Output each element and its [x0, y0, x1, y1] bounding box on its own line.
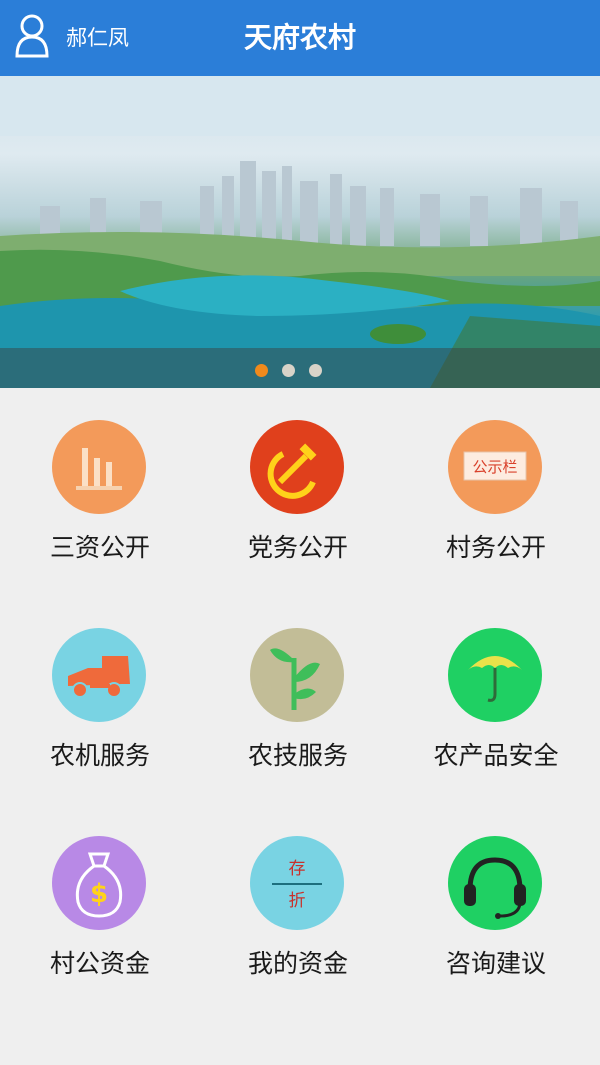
- banner-carousel[interactable]: [0, 76, 600, 388]
- passbook-icon: 存 折: [250, 836, 344, 930]
- banner-indicator-bar: [0, 348, 600, 388]
- menu-item-farm-machinery[interactable]: 农机服务: [0, 628, 200, 818]
- menu-label: 党务公开: [247, 533, 348, 562]
- bar-chart-icon: [52, 420, 146, 514]
- carousel-dot-1[interactable]: [255, 364, 268, 377]
- svg-text:折: 折: [289, 891, 306, 911]
- umbrella-icon: [448, 628, 542, 722]
- bulletin-board-icon: 公示栏: [448, 420, 542, 514]
- headset-icon: [448, 836, 542, 930]
- menu-label: 村务公开: [445, 533, 546, 562]
- page-title: 天府农村: [243, 21, 356, 54]
- menu-item-village-funds[interactable]: $ 村公资金: [0, 836, 200, 1026]
- menu-item-agri-tech[interactable]: 农技服务: [198, 628, 398, 818]
- menu-item-produce-safety[interactable]: 农产品安全: [396, 628, 596, 818]
- money-bag-icon: $: [52, 836, 146, 930]
- carousel-dot-3[interactable]: [309, 364, 322, 377]
- carousel-dot-2[interactable]: [282, 364, 295, 377]
- menu-item-asset-disclosure[interactable]: 三资公开: [0, 420, 200, 610]
- menu-label: 村公资金: [49, 949, 150, 978]
- menu-item-party-affairs[interactable]: 党务公开: [198, 420, 398, 610]
- menu-label: 农产品安全: [433, 741, 559, 770]
- seedling-icon: [250, 628, 344, 722]
- menu-item-consult-advice[interactable]: 咨询建议: [396, 836, 596, 1026]
- menu-label: 我的资金: [247, 949, 348, 978]
- menu-item-my-funds[interactable]: 存 折 我的资金: [198, 836, 398, 1026]
- hammer-sickle-icon: [250, 420, 344, 514]
- banner-image: [0, 76, 600, 388]
- app-header: 郝仁凤 天府农村: [0, 0, 600, 76]
- menu-label: 咨询建议: [445, 949, 546, 978]
- menu-label: 农技服务: [247, 741, 348, 770]
- svg-text:$: $: [90, 879, 108, 909]
- svg-text:存: 存: [289, 859, 306, 879]
- menu-label: 农机服务: [49, 741, 150, 770]
- svg-text:公示栏: 公示栏: [472, 458, 517, 476]
- tractor-icon: [52, 628, 146, 722]
- menu-label: 三资公开: [49, 533, 150, 562]
- menu-item-village-affairs[interactable]: 公示栏 村务公开: [396, 420, 596, 610]
